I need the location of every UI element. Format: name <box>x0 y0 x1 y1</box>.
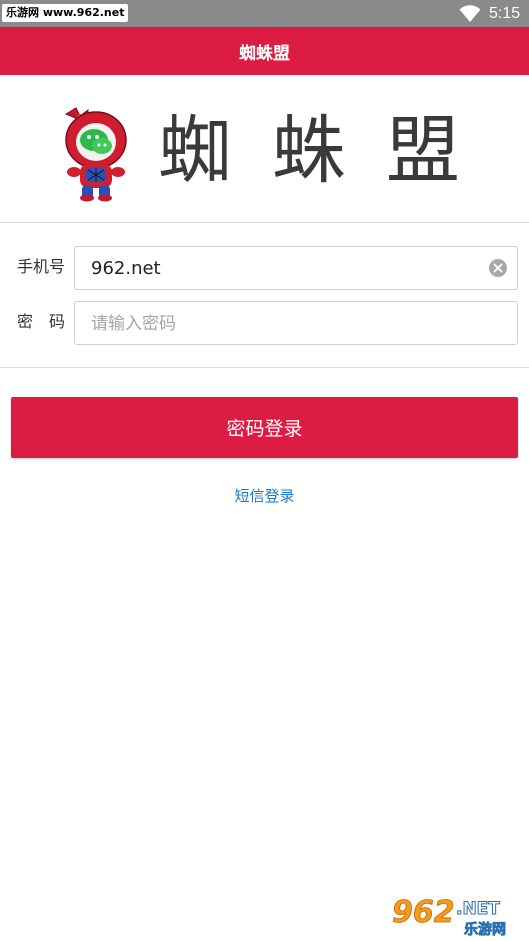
watermark-text: 乐游网 www.962.net <box>2 4 129 22</box>
spiderman-mascot-icon <box>64 107 127 202</box>
password-input[interactable] <box>91 302 481 344</box>
wifi-icon <box>459 5 481 22</box>
watermark-logo: 962 .NET 乐游网 <box>392 895 507 938</box>
svg-text:乐游网: 乐游网 <box>464 921 506 938</box>
phone-input[interactable] <box>91 247 481 289</box>
password-field[interactable] <box>74 301 518 345</box>
app-bar: 蜘蛛盟 <box>0 27 529 75</box>
clock: 5:15 <box>489 5 521 22</box>
logo-area: 蜘蛛盟 <box>0 75 529 223</box>
divider <box>0 367 529 368</box>
svg-text:962: 962 <box>392 895 455 930</box>
password-login-button[interactable]: 密码登录 <box>11 397 518 458</box>
sms-login-link[interactable]: 短信登录 <box>0 486 529 506</box>
clear-icon[interactable] <box>489 259 507 277</box>
divider <box>0 222 529 223</box>
password-label: 密 码 <box>17 312 66 331</box>
brand-logo-text: 蜘蛛盟 <box>158 108 500 194</box>
svg-text:.NET: .NET <box>456 899 500 919</box>
page-title: 蜘蛛盟 <box>239 43 290 64</box>
status-bar: 乐游网 www.962.net 5:15 <box>0 0 529 27</box>
phone-field[interactable] <box>74 246 518 290</box>
phone-label: 手机号 <box>17 257 66 276</box>
